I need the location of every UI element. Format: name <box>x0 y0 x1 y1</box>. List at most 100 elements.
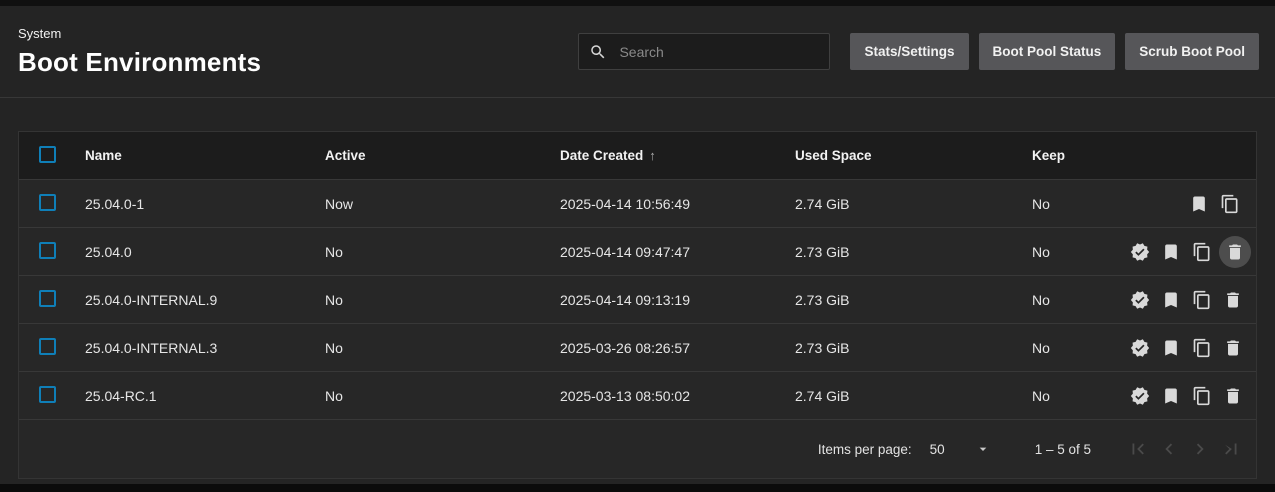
chevron-right-icon <box>1189 438 1211 460</box>
chevron-left-icon <box>1158 438 1180 460</box>
column-header-keep[interactable]: Keep <box>1032 148 1128 163</box>
cell-name: 25.04.0-1 <box>85 196 325 212</box>
bookmark-icon <box>1189 194 1209 214</box>
cell-used-space: 2.74 GiB <box>795 388 1032 404</box>
scrub-boot-pool-button[interactable]: Scrub Boot Pool <box>1125 33 1259 70</box>
header-checkbox-cell <box>19 146 85 166</box>
cell-used-space: 2.73 GiB <box>795 292 1032 308</box>
activate-button[interactable] <box>1128 384 1152 408</box>
cell-used-space: 2.73 GiB <box>795 340 1032 356</box>
column-header-name[interactable]: Name <box>85 148 325 163</box>
delete-icon <box>1223 386 1243 406</box>
search-box[interactable] <box>578 33 830 70</box>
row-checkbox[interactable] <box>39 338 56 355</box>
delete-button[interactable] <box>1221 384 1245 408</box>
select-all-checkbox[interactable] <box>39 146 56 163</box>
verified-icon <box>1130 242 1150 262</box>
cell-used-space: 2.74 GiB <box>795 196 1032 212</box>
previous-page-button[interactable] <box>1158 438 1180 460</box>
bookmark-button[interactable] <box>1159 240 1183 264</box>
clone-button[interactable] <box>1190 240 1214 264</box>
bookmark-button[interactable] <box>1187 192 1211 216</box>
table-row: 25.04.0-INTERNAL.9 No 2025-04-14 09:13:1… <box>19 275 1256 323</box>
row-checkbox[interactable] <box>39 242 56 259</box>
cell-actions <box>1128 288 1259 312</box>
bookmark-button[interactable] <box>1159 384 1183 408</box>
row-checkbox-cell <box>19 194 85 214</box>
activate-button[interactable] <box>1128 240 1152 264</box>
verified-icon <box>1130 386 1150 406</box>
verified-icon <box>1130 338 1150 358</box>
row-checkbox[interactable] <box>39 290 56 307</box>
stats-settings-button[interactable]: Stats/Settings <box>850 33 968 70</box>
cell-active: No <box>325 388 560 404</box>
table-row: 25.04.0-1 Now 2025-04-14 10:56:49 2.74 G… <box>19 179 1256 227</box>
search-input[interactable] <box>617 43 819 61</box>
copy-icon <box>1192 338 1212 358</box>
cell-active: No <box>325 244 560 260</box>
row-checkbox-cell <box>19 242 85 262</box>
bookmark-icon <box>1161 338 1181 358</box>
bookmark-button[interactable] <box>1159 336 1183 360</box>
cell-keep: No <box>1032 196 1128 212</box>
last-page-icon <box>1220 438 1242 460</box>
boot-environments-table: Name Active Date Created ↑ Used Space Kee… <box>18 131 1257 479</box>
next-page-button[interactable] <box>1189 438 1211 460</box>
page-title: Boot Environments <box>18 47 578 78</box>
column-header-active[interactable]: Active <box>325 148 560 163</box>
delete-button[interactable] <box>1221 336 1245 360</box>
cell-date-created: 2025-03-26 08:26:57 <box>560 340 795 356</box>
sort-ascending-icon: ↑ <box>649 148 656 163</box>
cell-keep: No <box>1032 388 1128 404</box>
table-row: 25.04-RC.1 No 2025-03-13 08:50:02 2.74 G… <box>19 371 1256 419</box>
copy-icon <box>1220 194 1240 214</box>
bookmark-button[interactable] <box>1159 288 1183 312</box>
table-row: 25.04.0 No 2025-04-14 09:47:47 2.73 GiB … <box>19 227 1256 275</box>
cell-keep: No <box>1032 244 1128 260</box>
first-page-button[interactable] <box>1127 438 1149 460</box>
cell-actions <box>1128 336 1259 360</box>
clone-button[interactable] <box>1218 192 1242 216</box>
pagination-range-label: 1 – 5 of 5 <box>1035 442 1091 457</box>
clone-button[interactable] <box>1190 336 1214 360</box>
cell-keep: No <box>1032 340 1128 356</box>
chevron-down-icon <box>975 441 991 457</box>
activate-button[interactable] <box>1128 288 1152 312</box>
row-checkbox[interactable] <box>39 194 56 211</box>
items-per-page-select[interactable]: 50 <box>930 441 991 457</box>
copy-icon <box>1192 386 1212 406</box>
search-icon <box>589 43 607 61</box>
row-checkbox[interactable] <box>39 386 56 403</box>
clone-button[interactable] <box>1190 384 1214 408</box>
delete-button[interactable] <box>1219 236 1251 268</box>
delete-icon <box>1223 338 1243 358</box>
bottom-edge-strip <box>0 484 1275 492</box>
last-page-button[interactable] <box>1220 438 1242 460</box>
cell-date-created: 2025-03-13 08:50:02 <box>560 388 795 404</box>
bookmark-icon <box>1161 242 1181 262</box>
cell-used-space: 2.73 GiB <box>795 244 1032 260</box>
breadcrumb[interactable]: System <box>18 26 578 41</box>
pagination-controls <box>1127 438 1242 460</box>
activate-button[interactable] <box>1128 336 1152 360</box>
clone-button[interactable] <box>1190 288 1214 312</box>
cell-keep: No <box>1032 292 1128 308</box>
column-header-date-created-label: Date Created <box>560 148 643 163</box>
first-page-icon <box>1127 438 1149 460</box>
cell-active: No <box>325 340 560 356</box>
column-header-date-created[interactable]: Date Created ↑ <box>560 148 795 163</box>
delete-button[interactable] <box>1221 288 1245 312</box>
boot-pool-status-button[interactable]: Boot Pool Status <box>979 33 1116 70</box>
cell-name: 25.04.0-INTERNAL.3 <box>85 340 325 356</box>
cell-actions <box>1128 384 1259 408</box>
cell-name: 25.04.0 <box>85 244 325 260</box>
cell-active: No <box>325 292 560 308</box>
table-footer: Items per page: 50 1 – 5 of 5 <box>19 419 1256 478</box>
column-header-used-space[interactable]: Used Space <box>795 148 1032 163</box>
row-checkbox-cell <box>19 290 85 310</box>
delete-icon <box>1225 242 1245 262</box>
copy-icon <box>1192 290 1212 310</box>
title-block: System Boot Environments <box>18 26 578 78</box>
cell-actions <box>1128 236 1262 268</box>
delete-icon <box>1223 290 1243 310</box>
